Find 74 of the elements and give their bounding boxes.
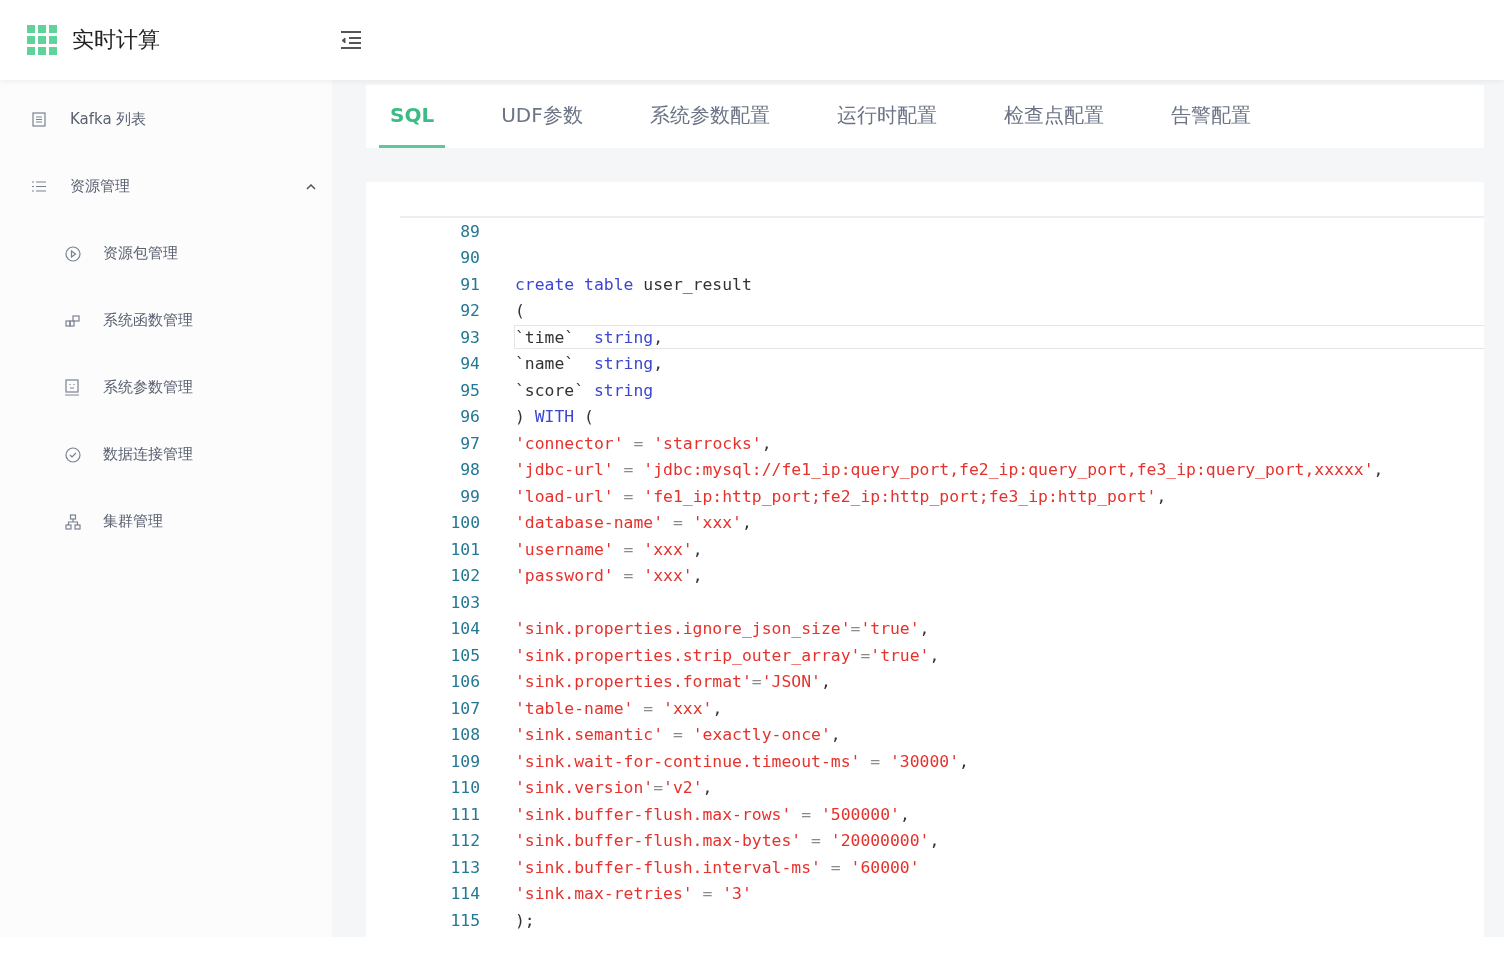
code-line: ) WITH ( bbox=[515, 407, 594, 427]
code-line: 'sink.wait-for-continue.timeout-ms' = '30000', bbox=[515, 751, 969, 771]
check-circle-icon bbox=[65, 446, 81, 463]
code-line: 'sink.version'='v2', bbox=[515, 778, 713, 798]
tab[interactable]: UDF参数 bbox=[490, 85, 594, 148]
tab[interactable]: 检查点配置 bbox=[992, 85, 1115, 148]
code-line: `name` string, bbox=[515, 354, 664, 374]
document-icon bbox=[32, 112, 46, 127]
line-number: 103 bbox=[449, 592, 480, 612]
line-number: 89 bbox=[459, 221, 480, 241]
line-number: 100 bbox=[449, 513, 480, 533]
code-line: 'jdbc-url' = 'jdbc:mysql://fe1_ip:query_port,fe2_ip:query_port,fe3_ip:query_port,xxxxx', bbox=[515, 460, 1384, 480]
line-number: 107 bbox=[449, 698, 480, 718]
tab[interactable]: 系统参数配置 bbox=[638, 85, 781, 148]
tab[interactable]: 告警配置 bbox=[1159, 85, 1262, 148]
line-number: 115 bbox=[449, 910, 480, 930]
app-title: 实时计算 bbox=[72, 26, 161, 54]
line-number: 111 bbox=[449, 804, 480, 824]
line-number: 96 bbox=[459, 407, 480, 427]
code-line: 'sink.properties.ignore_json_size'='true', bbox=[515, 619, 930, 639]
line-number: 105 bbox=[449, 645, 480, 665]
line-number: 114 bbox=[449, 884, 480, 904]
code-line: 'username' = 'xxx', bbox=[515, 539, 703, 559]
line-number: 101 bbox=[449, 539, 480, 559]
panel-icon bbox=[65, 379, 79, 396]
line-number: 94 bbox=[459, 354, 480, 374]
sidebar-subitem[interactable]: 数据连接管理 bbox=[0, 421, 316, 488]
tab[interactable]: 运行时配置 bbox=[825, 85, 948, 148]
code-line: 'load-url' = 'fe1_ip:http_port;fe2_ip:http_port;fe3_ip:http_port', bbox=[515, 486, 1167, 506]
grid-logo-icon bbox=[27, 25, 57, 55]
sidebar-subitem[interactable]: 系统参数管理 bbox=[0, 354, 316, 421]
code-line: 'table-name' = 'xxx', bbox=[515, 698, 723, 718]
line-number: 102 bbox=[449, 566, 480, 586]
code-line: 'database-name' = 'xxx', bbox=[515, 513, 752, 533]
sidebar-item[interactable]: Kafka 列表 bbox=[0, 86, 316, 153]
sidebar-subitem[interactable]: 集群管理 bbox=[0, 488, 316, 555]
menu-fold-icon[interactable] bbox=[340, 30, 362, 50]
code-line: 'sink.properties.format'='JSON', bbox=[515, 672, 831, 692]
code-line: ); bbox=[515, 910, 535, 930]
line-number: 97 bbox=[459, 433, 480, 453]
line-number: 95 bbox=[459, 380, 480, 400]
code-line: 'sink.buffer-flush.max-rows' = '500000', bbox=[515, 804, 910, 824]
line-number: 90 bbox=[459, 248, 480, 268]
play-circle-icon bbox=[65, 245, 81, 262]
line-number: 108 bbox=[449, 725, 480, 745]
sidebar-item[interactable]: 资源管理 bbox=[0, 153, 316, 220]
line-number: 98 bbox=[459, 460, 480, 480]
line-number: 112 bbox=[449, 831, 480, 851]
code-line: `time` string, bbox=[515, 327, 664, 347]
code-line: 'sink.max-retries' = '3' bbox=[515, 884, 752, 904]
code-line: create table user_result bbox=[515, 274, 752, 294]
code-line: 'sink.buffer-flush.interval-ms' = '60000' bbox=[515, 857, 920, 877]
line-number: 109 bbox=[449, 751, 480, 771]
list-icon bbox=[32, 181, 46, 192]
line-number: 91 bbox=[459, 274, 480, 294]
line-number: 104 bbox=[449, 619, 480, 639]
line-number: 99 bbox=[459, 486, 480, 506]
hierarchy-icon bbox=[65, 513, 81, 530]
code-line: 'connector' = 'starrocks', bbox=[515, 433, 772, 453]
line-number: 106 bbox=[449, 672, 480, 692]
sidebar-subitem[interactable]: 资源包管理 bbox=[0, 220, 316, 287]
line-number: 93 bbox=[459, 327, 480, 347]
chevron-up-icon[interactable] bbox=[306, 183, 316, 190]
blocks-icon bbox=[65, 314, 81, 327]
line-number: 92 bbox=[459, 301, 480, 321]
code-line: 'password' = 'xxx', bbox=[515, 566, 703, 586]
sidebar-subitem[interactable]: 系统函数管理 bbox=[0, 287, 316, 354]
code-line: 'sink.semantic' = 'exactly-once', bbox=[515, 725, 841, 745]
line-number: 113 bbox=[449, 857, 480, 877]
code-line: 'sink.properties.strip_outer_array'='true', bbox=[515, 645, 940, 665]
code-line: ( bbox=[515, 301, 525, 321]
line-number: 110 bbox=[449, 778, 480, 798]
code-line: `score` string bbox=[515, 380, 654, 400]
code-line: 'sink.buffer-flush.max-bytes' = '20000000', bbox=[515, 831, 940, 851]
